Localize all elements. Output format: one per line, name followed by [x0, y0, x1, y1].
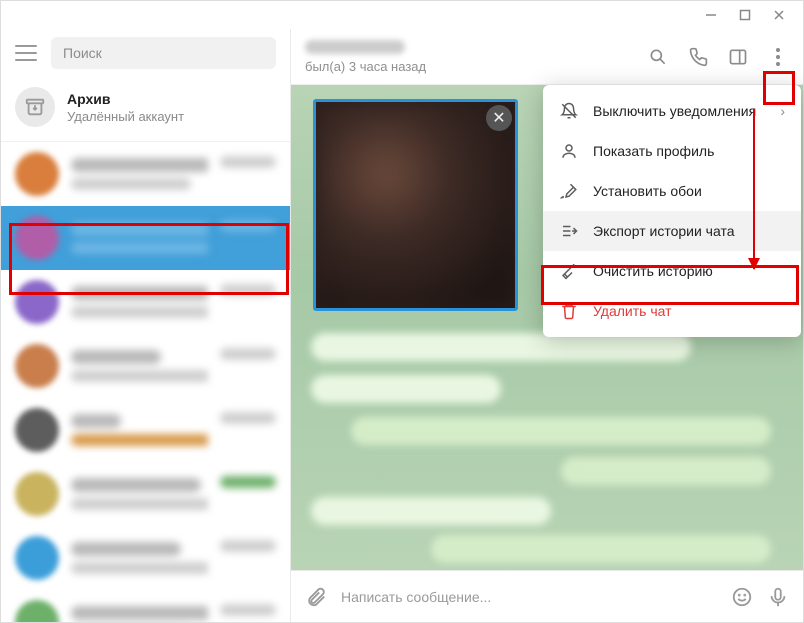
profile-icon: [559, 141, 579, 161]
attach-icon[interactable]: [305, 586, 327, 608]
chat-options-menu: Выключить уведомления › Показать профиль…: [543, 85, 801, 337]
archive-subtitle: Удалённый аккаунт: [67, 109, 184, 124]
search-input[interactable]: Поиск: [51, 37, 276, 69]
menu-label: Выключить уведомления: [593, 103, 756, 119]
chat-list-item[interactable]: [1, 270, 290, 334]
message-bubble[interactable]: [351, 417, 771, 445]
sidebar-toggle-icon[interactable]: [727, 46, 749, 68]
hamburger-menu-button[interactable]: [15, 45, 37, 61]
message-bubble[interactable]: [311, 375, 501, 403]
window-minimize-icon[interactable]: [705, 9, 717, 21]
call-icon[interactable]: [687, 46, 709, 68]
emoji-icon[interactable]: [731, 586, 753, 608]
chat-list-item[interactable]: [1, 590, 290, 622]
message-bubble[interactable]: [431, 535, 771, 563]
menu-label: Удалить чат: [593, 303, 672, 319]
menu-label: Показать профиль: [593, 143, 714, 159]
menu-clear[interactable]: Очистить историю: [543, 251, 801, 291]
menu-export[interactable]: Экспорт истории чата: [543, 211, 801, 251]
window-close-icon[interactable]: [773, 9, 785, 21]
menu-label: Экспорт истории чата: [593, 223, 734, 239]
mute-icon: [559, 101, 579, 121]
menu-mute[interactable]: Выключить уведомления ›: [543, 91, 801, 131]
chat-list-item-selected[interactable]: [1, 206, 290, 270]
trash-icon: [559, 301, 579, 321]
tutorial-arrow: [753, 109, 755, 269]
more-options-button[interactable]: [767, 46, 789, 68]
image-message[interactable]: ✕: [313, 99, 518, 311]
menu-wallpaper[interactable]: Установить обои: [543, 171, 801, 211]
menu-delete[interactable]: Удалить чат: [543, 291, 801, 331]
window-maximize-icon[interactable]: [739, 9, 751, 21]
menu-profile[interactable]: Показать профиль: [543, 131, 801, 171]
message-bubble[interactable]: [311, 497, 551, 525]
archive-row[interactable]: Архив Удалённый аккаунт: [1, 77, 290, 142]
chat-list-item[interactable]: [1, 334, 290, 398]
message-input[interactable]: Написать сообщение...: [341, 589, 717, 605]
chevron-right-icon: ›: [780, 103, 785, 119]
chat-title[interactable]: [305, 40, 405, 54]
brush-icon: [559, 181, 579, 201]
search-in-chat-icon[interactable]: [647, 46, 669, 68]
message-bubble[interactable]: [561, 457, 771, 485]
chat-list-item[interactable]: [1, 398, 290, 462]
voice-message-icon[interactable]: [767, 586, 789, 608]
chat-list: [1, 142, 290, 622]
chat-list-item[interactable]: [1, 526, 290, 590]
archive-title: Архив: [67, 91, 184, 107]
message-bubble[interactable]: [311, 333, 691, 361]
menu-label: Очистить историю: [593, 263, 713, 279]
chat-list-item[interactable]: [1, 142, 290, 206]
chat-status: был(а) 3 часа назад: [305, 59, 647, 74]
broom-icon: [559, 261, 579, 281]
archive-icon: [15, 87, 55, 127]
chat-list-item[interactable]: [1, 462, 290, 526]
export-icon: [559, 221, 579, 241]
menu-label: Установить обои: [593, 183, 702, 199]
deselect-icon[interactable]: ✕: [486, 105, 512, 131]
